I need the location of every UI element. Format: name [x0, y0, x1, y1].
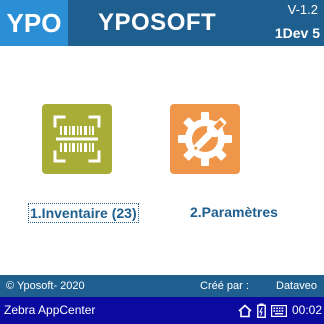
- created-by-value: Dataveo: [276, 280, 317, 292]
- home-icon[interactable]: [238, 303, 252, 318]
- app-title: YPOSOFT: [98, 9, 217, 36]
- logo: YPO: [0, 0, 68, 46]
- inventaire-label[interactable]: 1.Inventaire (23): [28, 203, 139, 223]
- device-label: 1Dev 5: [274, 25, 320, 41]
- version-label: V-1.2: [287, 2, 318, 17]
- settings-wrench-icon: [178, 112, 232, 166]
- footer-bar: © Yposoft- 2020 Créé par : Dataveo: [0, 275, 324, 297]
- copyright-text: © Yposoft- 2020: [6, 280, 85, 292]
- clock: 00:02: [291, 303, 322, 317]
- parametres-label[interactable]: 2.Paramètres: [190, 203, 278, 221]
- app-center-label: Zebra AppCenter: [4, 303, 96, 317]
- parametres-button[interactable]: [170, 104, 240, 174]
- inventaire-button[interactable]: [42, 104, 112, 174]
- header-bar: YPO YPOSOFT V-1.2 1Dev 5: [0, 0, 324, 46]
- keyboard-icon[interactable]: [270, 304, 287, 317]
- system-status-bar: Zebra AppCenter 00:02: [0, 297, 324, 324]
- battery-icon: [257, 303, 266, 318]
- barcode-scan-icon: [53, 115, 101, 163]
- created-by-label: Créé par :: [200, 280, 249, 292]
